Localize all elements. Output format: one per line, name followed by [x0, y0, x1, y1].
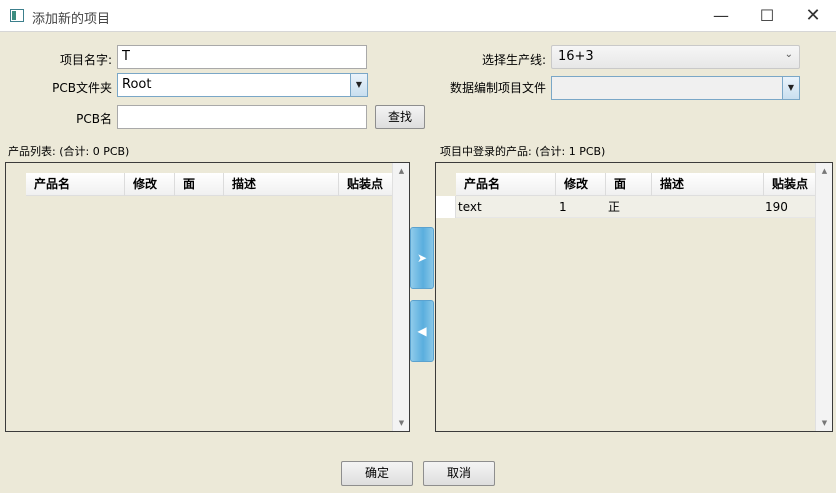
pcb-folder-dropdown[interactable]: Root ▼ [117, 73, 368, 97]
column-header-description[interactable]: 描述 [652, 173, 764, 196]
cell-points: 190 [765, 200, 788, 214]
project-products-label: 项目中登录的产品: (合计: 1 PCB) [440, 145, 606, 158]
search-button[interactable]: 查找 [375, 105, 425, 129]
production-line-value: 16+3 [558, 49, 594, 64]
window-title: 添加新的项目 [32, 12, 111, 27]
data-folder-label: 数据编制项目文件夹 [450, 81, 546, 95]
scroll-down-icon[interactable]: ▼ [816, 419, 833, 427]
chevron-down-icon: ⌄ [784, 49, 793, 60]
column-header-points[interactable]: 贴装点 [339, 173, 392, 196]
grid-header: 产品名 修改 面 描述 贴装点 [26, 173, 392, 196]
ok-button[interactable]: 确定 [341, 461, 413, 486]
column-header-points[interactable]: 贴装点 [764, 173, 815, 196]
production-line-dropdown[interactable]: 16+3 ⌄ [551, 45, 800, 69]
row-header-column [6, 196, 26, 431]
column-header-name[interactable]: 产品名 [456, 173, 556, 196]
project-products-grid[interactable]: 产品名 修改 面 描述 贴装点 text 1 正 190 ▲ ▼ [435, 162, 833, 432]
remove-from-project-button[interactable]: ◀ [410, 300, 434, 362]
close-button[interactable]: ✕ [790, 0, 836, 32]
project-name-input[interactable]: T [117, 45, 367, 69]
product-list-label: 产品列表: (合计: 0 PCB) [8, 145, 130, 158]
cell-description [652, 196, 654, 218]
title-bar: 添加新的项目 — ☐ ✕ [0, 0, 836, 32]
cell-revision: 1 [559, 200, 567, 214]
scroll-down-icon[interactable]: ▼ [393, 419, 410, 427]
scroll-up-icon[interactable]: ▲ [393, 167, 410, 175]
data-folder-dropdown[interactable]: ▼ [551, 76, 800, 100]
cell-side: 正 [608, 200, 621, 214]
row-header-cell[interactable] [436, 196, 456, 218]
column-header-side[interactable]: 面 [606, 173, 652, 196]
vertical-scrollbar[interactable]: ▲ ▼ [815, 163, 832, 431]
table-row[interactable]: text 1 正 190 [456, 196, 815, 218]
project-name-label: 项目名字: [59, 53, 112, 67]
cancel-button[interactable]: 取消 [423, 461, 495, 486]
dropdown-arrow-icon[interactable]: ▼ [350, 74, 367, 96]
scroll-up-icon[interactable]: ▲ [816, 167, 833, 175]
vertical-scrollbar[interactable]: ▲ ▼ [392, 163, 409, 431]
column-header-side[interactable]: 面 [175, 173, 224, 196]
pcb-folder-label: PCB文件夹 [52, 81, 112, 95]
pcb-folder-value: Root [122, 77, 152, 92]
minimize-button[interactable]: — [698, 0, 744, 32]
maximize-button[interactable]: ☐ [744, 0, 790, 32]
column-header-revision[interactable]: 修改 [125, 173, 175, 196]
column-header-revision[interactable]: 修改 [556, 173, 606, 196]
add-to-project-button[interactable]: ➤ [410, 227, 434, 289]
dropdown-arrow-icon[interactable]: ▼ [782, 77, 799, 99]
column-header-description[interactable]: 描述 [224, 173, 339, 196]
pcb-name-label: PCB名 [76, 112, 112, 126]
production-line-label: 选择生产线: [481, 53, 546, 67]
grid-header: 产品名 修改 面 描述 贴装点 [456, 173, 815, 196]
app-icon [10, 9, 24, 22]
cell-name: text [458, 200, 482, 214]
product-list-grid[interactable]: 产品名 修改 面 描述 贴装点 ▲ ▼ [5, 162, 410, 432]
column-header-name[interactable]: 产品名 [26, 173, 125, 196]
pcb-name-input[interactable] [117, 105, 367, 129]
